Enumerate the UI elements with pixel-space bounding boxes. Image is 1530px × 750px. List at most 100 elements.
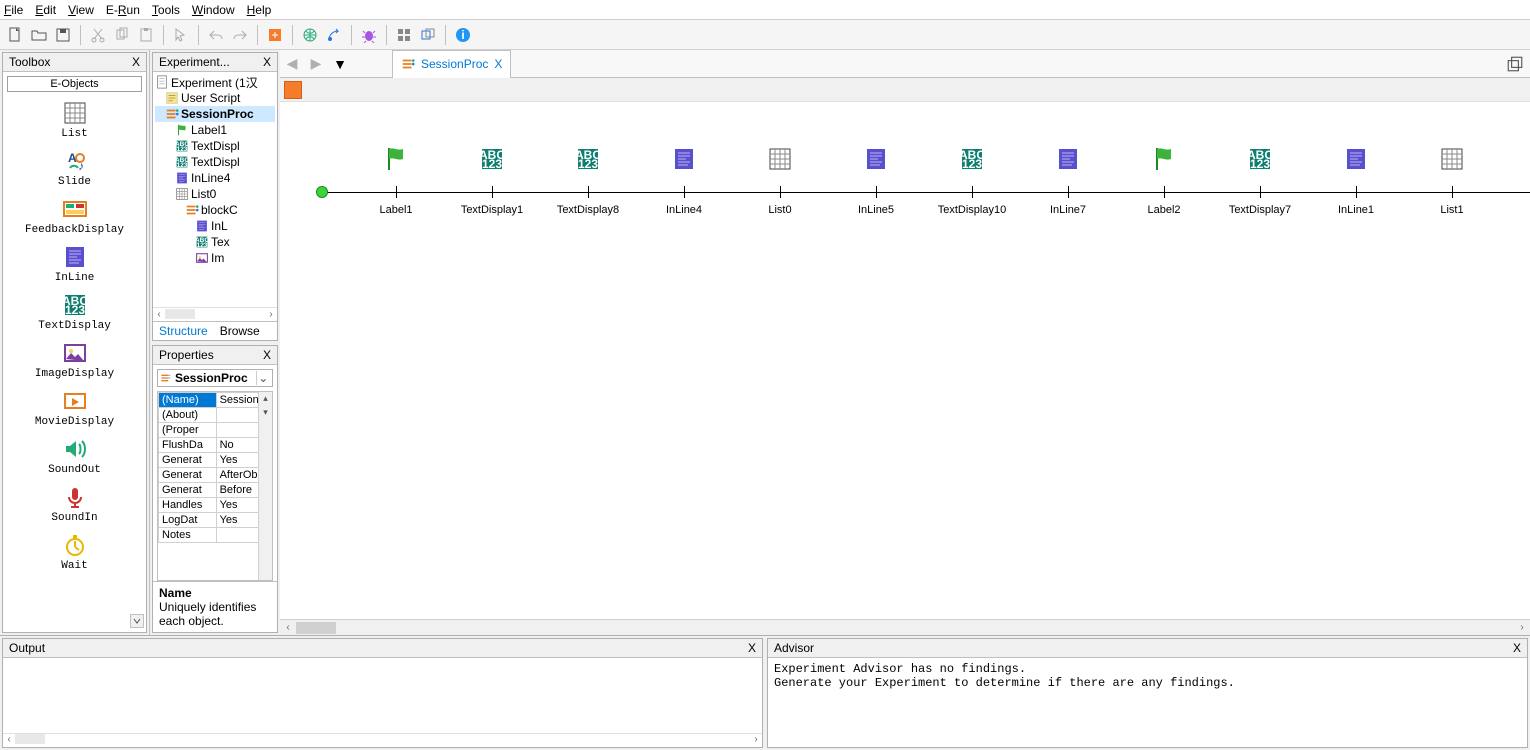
menu-window[interactable]: Window: [192, 3, 235, 17]
menu-file[interactable]: File: [4, 3, 23, 17]
toolbox-item-moviedisplay[interactable]: MovieDisplay: [3, 384, 146, 432]
advisor-close-icon[interactable]: X: [1513, 641, 1521, 655]
timeline-item-label1[interactable]: Label1: [350, 142, 442, 216]
prop-key[interactable]: (About): [159, 407, 217, 422]
timeline-item-label2[interactable]: Label2: [1118, 142, 1210, 216]
tree-node[interactable]: ABC123TextDispl: [155, 154, 275, 170]
explorer-close-icon[interactable]: X: [263, 55, 271, 69]
toolbox-section-header[interactable]: E-Objects: [7, 76, 142, 92]
advisor-header: Advisor X: [768, 639, 1527, 658]
paste-icon[interactable]: [135, 24, 157, 46]
toolbox-close-icon[interactable]: X: [132, 55, 140, 69]
properties-grid[interactable]: (Name)Session(About)(ProperFlushDaNoGene…: [157, 391, 273, 582]
tab-close-icon[interactable]: X: [494, 57, 502, 71]
prop-key[interactable]: LogDat: [159, 512, 217, 527]
properties-object-selector[interactable]: SessionProc ⌄: [157, 369, 273, 387]
menu-help[interactable]: Help: [247, 3, 272, 17]
prop-key[interactable]: Notes: [159, 527, 217, 542]
tree-node[interactable]: ABC123TextDispl: [155, 138, 275, 154]
prop-key[interactable]: Generat: [159, 452, 217, 467]
nav-dropdown-icon[interactable]: ▼: [328, 56, 352, 72]
tree-node[interactable]: InL: [155, 218, 275, 234]
procedure-tool-icon[interactable]: [284, 81, 302, 99]
toolbox-item-slide[interactable]: A♪Slide: [3, 144, 146, 192]
toolbox-item-soundin[interactable]: SoundIn: [3, 480, 146, 528]
tree-node[interactable]: InLine4: [155, 170, 275, 186]
tree-node-label: InL: [211, 219, 228, 233]
globe-icon[interactable]: [299, 24, 321, 46]
window-restore-icon[interactable]: [1506, 55, 1524, 73]
toolbox-scroll-down-icon[interactable]: [130, 614, 144, 628]
timeline-item-inline7[interactable]: InLine7: [1022, 142, 1114, 216]
redo-icon[interactable]: [229, 24, 251, 46]
copy-icon[interactable]: [111, 24, 133, 46]
grid-icon[interactable]: [393, 24, 415, 46]
textdisplay-icon: ABC123: [1243, 142, 1277, 176]
tab-browse[interactable]: Browse: [214, 322, 266, 340]
output-body[interactable]: [3, 658, 762, 733]
tree-node[interactable]: Experiment (1汉: [155, 74, 275, 90]
new-icon[interactable]: [4, 24, 26, 46]
tree-node[interactable]: List0: [155, 186, 275, 202]
timeline-item-list0[interactable]: List0: [734, 142, 826, 216]
pointer-icon[interactable]: [170, 24, 192, 46]
timeline-item-textdisplay7[interactable]: ABC123TextDisplay7: [1214, 142, 1306, 216]
timeline-item-textdisplay10[interactable]: ABC123TextDisplay10: [926, 142, 1018, 216]
canvas-hscroll[interactable]: ‹›: [280, 619, 1530, 635]
toolbox-item-list[interactable]: List: [3, 96, 146, 144]
timeline-item-label: List1: [1440, 204, 1463, 216]
prop-key[interactable]: Generat: [159, 482, 217, 497]
prop-key[interactable]: (Name): [159, 392, 217, 407]
explorer-hscroll[interactable]: ‹›: [153, 307, 277, 321]
timeline-item-inline5[interactable]: InLine5: [830, 142, 922, 216]
menu-edit[interactable]: Edit: [35, 3, 56, 17]
prop-key[interactable]: Handles: [159, 497, 217, 512]
tab-sessionproc[interactable]: SessionProc X: [392, 50, 511, 78]
menu-view[interactable]: View: [68, 3, 94, 17]
toolbox-item-wait[interactable]: Wait: [3, 528, 146, 576]
toolbox-item-feedbackdisplay[interactable]: FeedbackDisplay: [3, 192, 146, 240]
toolbox-item-imagedisplay[interactable]: ImageDisplay: [3, 336, 146, 384]
timeline-item-inline4[interactable]: InLine4: [638, 142, 730, 216]
properties-close-icon[interactable]: X: [263, 348, 271, 362]
toolbox-item-inline[interactable]: InLine: [3, 240, 146, 288]
toolbox-item-soundout[interactable]: SoundOut: [3, 432, 146, 480]
toolbox-item-label: Slide: [58, 176, 91, 188]
tree-node[interactable]: ABC123Tex: [155, 234, 275, 250]
tree-node[interactable]: Im: [155, 250, 275, 266]
toolbox-item-textdisplay[interactable]: ABC123TextDisplay: [3, 288, 146, 336]
info-icon[interactable]: i: [452, 24, 474, 46]
run-icon[interactable]: [323, 24, 345, 46]
window-icon[interactable]: [417, 24, 439, 46]
nav-back-icon[interactable]: ◀: [280, 55, 304, 72]
cut-icon[interactable]: [87, 24, 109, 46]
timeline-item-textdisplay8[interactable]: ABC123TextDisplay8: [542, 142, 634, 216]
open-icon[interactable]: [28, 24, 50, 46]
properties-scrollbar[interactable]: ▴▾: [258, 392, 272, 581]
prop-key[interactable]: Generat: [159, 467, 217, 482]
undo-icon[interactable]: [205, 24, 227, 46]
tree-node[interactable]: User Script: [155, 90, 275, 106]
output-hscroll[interactable]: ‹›: [3, 733, 762, 747]
chevron-down-icon[interactable]: ⌄: [256, 371, 270, 385]
timeline-item-list1[interactable]: List1: [1406, 142, 1498, 216]
explorer-tree[interactable]: Experiment (1汉User ScriptSessionProcLabe…: [153, 72, 277, 307]
output-close-icon[interactable]: X: [748, 641, 756, 655]
tree-node[interactable]: blockC: [155, 202, 275, 218]
bug-icon[interactable]: [358, 24, 380, 46]
menu-erun[interactable]: E-Run: [106, 3, 140, 17]
toolbox-title: Toolbox: [9, 55, 50, 69]
prop-key[interactable]: FlushDa: [159, 437, 217, 452]
timeline-item-textdisplay1[interactable]: ABC123TextDisplay1: [446, 142, 538, 216]
menu-tools[interactable]: Tools: [152, 3, 180, 17]
procedure-canvas[interactable]: Label1ABC123TextDisplay1ABC123TextDispla…: [280, 102, 1530, 619]
prop-key[interactable]: (Proper: [159, 422, 217, 437]
timeline-item-inline1[interactable]: InLine1: [1310, 142, 1402, 216]
tab-structure[interactable]: Structure: [153, 322, 214, 340]
save-icon[interactable]: [52, 24, 74, 46]
generate-icon[interactable]: [264, 24, 286, 46]
tree-node[interactable]: SessionProc: [155, 106, 275, 122]
nav-forward-icon[interactable]: ▶: [304, 55, 328, 72]
explorer-title: Experiment...: [159, 55, 230, 69]
tree-node[interactable]: Label1: [155, 122, 275, 138]
